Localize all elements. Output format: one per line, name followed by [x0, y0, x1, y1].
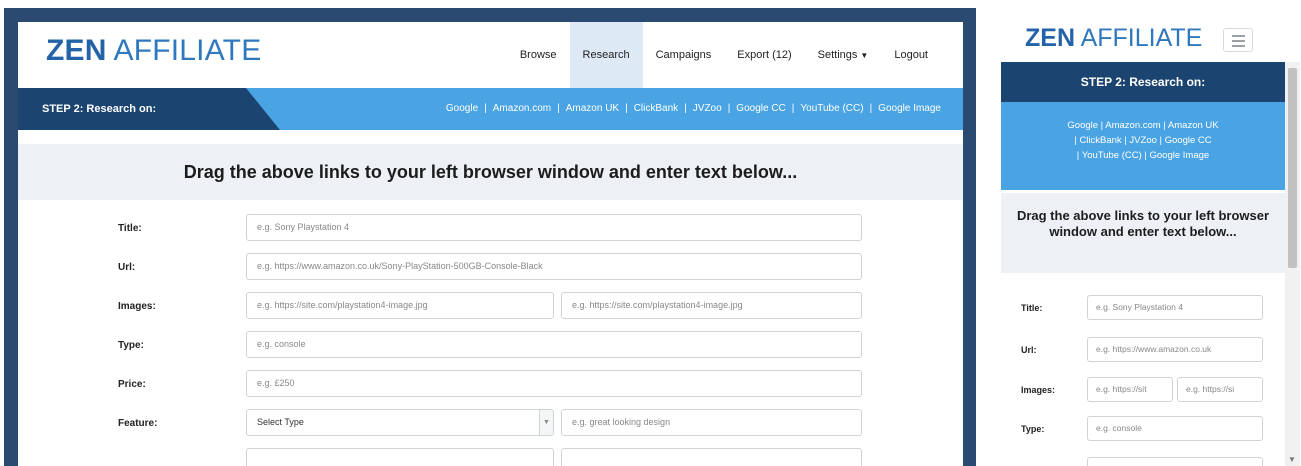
mobile-navbar: ZEN AFFILIATE: [1001, 16, 1300, 62]
feature-select-value: Select Type: [257, 417, 304, 427]
mobile-row-partial: [1001, 457, 1285, 466]
mobile-title-input[interactable]: e.g. Sony Playstation 4: [1087, 295, 1263, 320]
desktop-browser-frame: ZEN AFFILIATE Browse Research Campaigns …: [4, 8, 976, 466]
mobile-links-line-2[interactable]: | ClickBank | JVZoo | Google CC: [1001, 133, 1285, 148]
mobile-step-label: STEP 2: Research on:: [1001, 62, 1285, 102]
feature-input[interactable]: e.g. great looking design: [561, 409, 862, 436]
mobile-row-title: Title: e.g. Sony Playstation 4: [1001, 295, 1285, 325]
link-youtube-cc[interactable]: YouTube (CC): [800, 103, 863, 114]
price-label: Price:: [118, 379, 146, 390]
partial-select[interactable]: [246, 448, 554, 466]
url-label: Url:: [118, 262, 136, 273]
link-jvzoo[interactable]: JVZoo: [693, 103, 722, 114]
scrollbar-thumb[interactable]: [1288, 68, 1297, 268]
step-label: STEP 2: Research on:: [42, 103, 157, 115]
mobile-url-input[interactable]: e.g. https://www.amazon.co.uk: [1087, 337, 1263, 362]
feature-label: Feature:: [118, 418, 158, 429]
link-google-image[interactable]: Google Image: [878, 103, 941, 114]
logo[interactable]: ZEN AFFILIATE: [46, 34, 261, 68]
form-row-url: Url: e.g. https://www.amazon.co.uk/Sony-…: [18, 253, 963, 289]
type-label: Type:: [118, 340, 144, 351]
nav-export[interactable]: Export (12): [724, 22, 804, 88]
nav-campaigns[interactable]: Campaigns: [643, 22, 725, 88]
mobile-instruction-banner: Drag the above links to your left browse…: [1001, 193, 1285, 273]
mobile-partial-input[interactable]: [1087, 457, 1263, 466]
form-row-title: Title: e.g. Sony Playstation 4: [18, 214, 963, 250]
instruction-banner: Drag the above links to your left browse…: [18, 144, 963, 200]
title-label: Title:: [118, 223, 142, 234]
url-input[interactable]: e.g. https://www.amazon.co.uk/Sony-PlayS…: [246, 253, 862, 280]
title-input[interactable]: e.g. Sony Playstation 4: [246, 214, 862, 241]
mobile-image-input-2[interactable]: e.g. https://si: [1177, 377, 1263, 402]
mobile-links-line-1[interactable]: Google | Amazon.com | Amazon UK: [1001, 118, 1285, 133]
image-input-1[interactable]: e.g. https://site.com/playstation4-image…: [246, 292, 554, 319]
scroll-down-arrow-icon[interactable]: ▼: [1288, 455, 1296, 464]
hamburger-icon[interactable]: [1223, 28, 1253, 52]
feature-type-select[interactable]: Select Type ▼: [246, 409, 554, 436]
mobile-logo[interactable]: ZEN AFFILIATE: [1025, 24, 1202, 53]
nav-menu: Browse Research Campaigns Export (12) Se…: [507, 22, 941, 88]
mobile-image-input-1[interactable]: e.g. https://sit: [1087, 377, 1173, 402]
form-row-feature: Feature: Select Type ▼ e.g. great lookin…: [18, 409, 963, 445]
form-row-images: Images: e.g. https://site.com/playstatio…: [18, 292, 963, 328]
price-input[interactable]: e.g. £250: [246, 370, 862, 397]
link-amazon-uk[interactable]: Amazon UK: [566, 103, 619, 114]
research-links-bar: STEP 2: Research on: Google | Amazon.com | A…: [18, 88, 963, 130]
caret-down-icon: ▼: [860, 51, 869, 60]
link-clickbank[interactable]: ClickBank: [634, 103, 678, 114]
type-input[interactable]: e.g. console: [246, 331, 862, 358]
partial-input[interactable]: [561, 448, 862, 466]
form-row-partial: [18, 448, 963, 466]
screenshot-stage: ZEN AFFILIATE Browse Research Campaigns …: [0, 0, 1301, 466]
mobile-url-label: Url:: [1021, 345, 1037, 355]
mobile-page: ZEN AFFILIATE STEP 2: Research on: Googl…: [1001, 16, 1300, 466]
nav-settings-label: Settings: [817, 49, 858, 61]
link-amazon-com[interactable]: Amazon.com: [493, 103, 551, 114]
mobile-title-label: Title:: [1021, 303, 1043, 313]
mobile-type-label: Type:: [1021, 424, 1045, 434]
mobile-row-type: Type: e.g. console: [1001, 416, 1285, 446]
mobile-links-line-3[interactable]: | YouTube (CC) | Google Image: [1001, 148, 1285, 163]
form-row-type: Type: e.g. console: [18, 331, 963, 367]
mobile-type-input[interactable]: e.g. console: [1087, 416, 1263, 441]
image-input-2[interactable]: e.g. https://site.com/playstation4-image…: [561, 292, 862, 319]
link-google-cc[interactable]: Google CC: [736, 103, 785, 114]
mobile-row-images: Images: e.g. https://sit e.g. https://si: [1001, 377, 1285, 407]
research-form: Title: e.g. Sony Playstation 4 Url: e.g.…: [18, 200, 963, 466]
nav-research[interactable]: Research: [569, 22, 643, 88]
mobile-images-label: Images:: [1021, 385, 1056, 395]
nav-settings[interactable]: Settings ▼: [805, 22, 882, 88]
desktop-page: ZEN AFFILIATE Browse Research Campaigns …: [18, 22, 963, 466]
chevron-down-icon: ▼: [539, 410, 553, 435]
nav-browse[interactable]: Browse: [507, 22, 570, 88]
images-label: Images:: [118, 301, 156, 312]
mobile-scrollbar[interactable]: ▼: [1285, 62, 1300, 466]
top-navbar: ZEN AFFILIATE Browse Research Campaigns …: [18, 22, 963, 88]
mobile-row-url: Url: e.g. https://www.amazon.co.uk: [1001, 337, 1285, 367]
research-links: Google | Amazon.com | Amazon UK | ClickBank | JV…: [445, 103, 941, 114]
mobile-research-links: Google | Amazon.com | Amazon UK | ClickB…: [1001, 102, 1285, 190]
form-row-price: Price: e.g. £250: [18, 370, 963, 406]
nav-logout[interactable]: Logout: [881, 22, 941, 88]
link-google[interactable]: Google: [446, 103, 478, 114]
